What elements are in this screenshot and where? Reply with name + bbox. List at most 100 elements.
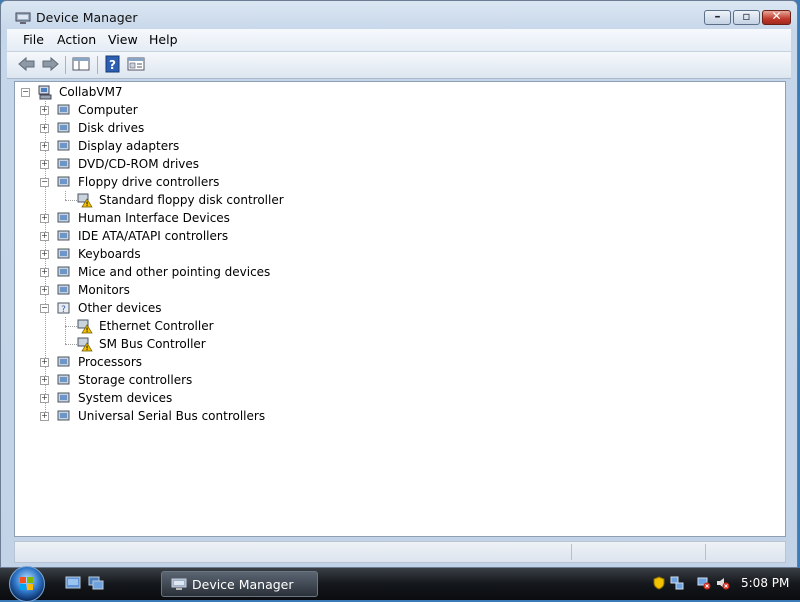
volume-muted-icon[interactable] — [716, 576, 730, 590]
svg-text:?: ? — [109, 58, 116, 72]
expand-icon[interactable]: + — [40, 358, 49, 367]
toolbar-separator — [65, 56, 66, 74]
taskbar: Device Manager 5:08 PM — [0, 566, 800, 602]
status-bar — [14, 541, 786, 563]
toolbar: ? — [7, 52, 791, 79]
processor-icon — [57, 356, 70, 367]
system-clock[interactable]: 5:08 PM — [741, 576, 789, 590]
computer-icon — [57, 104, 70, 115]
tree-node-label: Processors — [78, 355, 143, 369]
close-icon: ✕ — [771, 9, 782, 23]
expand-icon[interactable]: + — [40, 412, 49, 421]
show-hide-console-tree-icon[interactable] — [71, 55, 91, 73]
expand-icon[interactable]: + — [40, 268, 49, 277]
tree-guide-line — [65, 344, 77, 345]
device-tree[interactable]: − CollabVM7 + Computer + Disk drives + Displa… — [14, 81, 786, 537]
svg-text:?: ? — [61, 305, 66, 315]
expand-icon[interactable]: + — [40, 286, 49, 295]
warning-device-icon — [77, 193, 93, 208]
hid-icon — [57, 212, 70, 223]
tree-node-label: Monitors — [78, 283, 130, 297]
caption-buttons: – ▫ ✕ — [704, 9, 791, 25]
monitor-icon — [57, 284, 70, 295]
tree-node-label: Disk drives — [78, 121, 145, 135]
storage-controller-icon — [57, 374, 70, 385]
keyboard-icon — [57, 248, 70, 259]
expand-icon[interactable]: + — [40, 142, 49, 151]
menu-help[interactable]: Help — [145, 32, 182, 47]
tree-node-label: DVD/CD-ROM drives — [78, 157, 200, 171]
tree-node-label: Mice and other pointing devices — [78, 265, 271, 279]
device-manager-icon — [15, 12, 31, 24]
system-device-icon — [57, 392, 70, 403]
expand-icon[interactable]: + — [40, 124, 49, 133]
taskbar-button-label: Device Manager — [192, 577, 294, 592]
tree-guide-line — [65, 317, 66, 344]
close-button[interactable]: ✕ — [762, 9, 791, 25]
title-bar[interactable]: Device Manager – ▫ ✕ — [1, 1, 797, 31]
expand-icon[interactable]: + — [40, 214, 49, 223]
properties-icon[interactable] — [126, 55, 146, 73]
tree-node-label: Storage controllers — [78, 373, 193, 387]
help-icon[interactable]: ? — [103, 55, 123, 73]
expand-icon[interactable]: + — [40, 250, 49, 259]
collapse-icon[interactable]: − — [21, 88, 30, 97]
maximize-button[interactable]: ▫ — [733, 9, 760, 25]
show-desktop-icon[interactable] — [65, 576, 81, 590]
expand-icon[interactable]: + — [40, 394, 49, 403]
maximize-icon: ▫ — [742, 9, 751, 23]
tree-node-label: Display adapters — [78, 139, 180, 153]
window-title: Device Manager — [36, 10, 138, 25]
computer-root-icon — [38, 85, 52, 100]
warning-device-icon — [77, 337, 93, 352]
device-manager-icon — [171, 578, 187, 590]
collapse-icon[interactable]: − — [40, 178, 49, 187]
tree-node-label: System devices — [78, 391, 173, 405]
floppy-controller-icon — [57, 176, 70, 187]
tree-root-label: CollabVM7 — [59, 85, 123, 99]
disk-drive-icon — [57, 122, 70, 133]
tree-node-label: Floppy drive controllers — [78, 175, 220, 189]
network-disconnected-icon[interactable] — [697, 576, 711, 590]
usb-icon — [57, 410, 70, 421]
network-icon[interactable] — [670, 576, 684, 590]
dvd-drive-icon — [57, 158, 70, 169]
toolbar-separator — [97, 56, 98, 74]
tree-node-label: Computer — [78, 103, 138, 117]
ide-controller-icon — [57, 230, 70, 241]
collapse-icon[interactable]: − — [40, 304, 49, 313]
tree-guide-line — [65, 200, 77, 201]
menu-action[interactable]: Action — [53, 32, 100, 47]
expand-icon[interactable]: + — [40, 106, 49, 115]
menu-file[interactable]: File — [19, 32, 48, 47]
device-manager-window: Device Manager – ▫ ✕ File Action View He… — [0, 0, 798, 568]
menu-bar: File Action View Help — [7, 29, 791, 52]
taskbar-device-manager-button[interactable]: Device Manager — [161, 571, 318, 597]
switch-windows-icon[interactable] — [88, 576, 104, 590]
tree-node-label: Human Interface Devices — [78, 211, 230, 225]
expand-icon[interactable]: + — [40, 160, 49, 169]
tree-node-label: Universal Serial Bus controllers — [78, 409, 266, 423]
minimize-button[interactable]: – — [704, 9, 731, 25]
forward-icon[interactable] — [40, 55, 60, 73]
mouse-icon — [57, 266, 70, 277]
expand-icon[interactable]: + — [40, 232, 49, 241]
back-icon[interactable] — [17, 55, 37, 73]
tree-child-label: Standard floppy disk controller — [99, 193, 284, 207]
tree-node-label: Keyboards — [78, 247, 141, 261]
warning-device-icon — [77, 319, 93, 334]
start-button[interactable] — [9, 566, 45, 602]
tree-guide-line — [65, 191, 66, 200]
tree-guide-line — [65, 326, 77, 327]
security-shield-icon[interactable] — [652, 576, 666, 590]
status-separator — [705, 544, 706, 560]
tree-node-label: IDE ATA/ATAPI controllers — [78, 229, 229, 243]
menu-view[interactable]: View — [104, 32, 142, 47]
display-adapter-icon — [57, 140, 70, 151]
minimize-icon: – — [714, 9, 721, 23]
unknown-device-icon: ? — [57, 302, 70, 315]
tree-node-label: Other devices — [78, 301, 162, 315]
expand-icon[interactable]: + — [40, 376, 49, 385]
tree-child-label: Ethernet Controller — [99, 319, 214, 333]
tree-child-label: SM Bus Controller — [99, 337, 206, 351]
